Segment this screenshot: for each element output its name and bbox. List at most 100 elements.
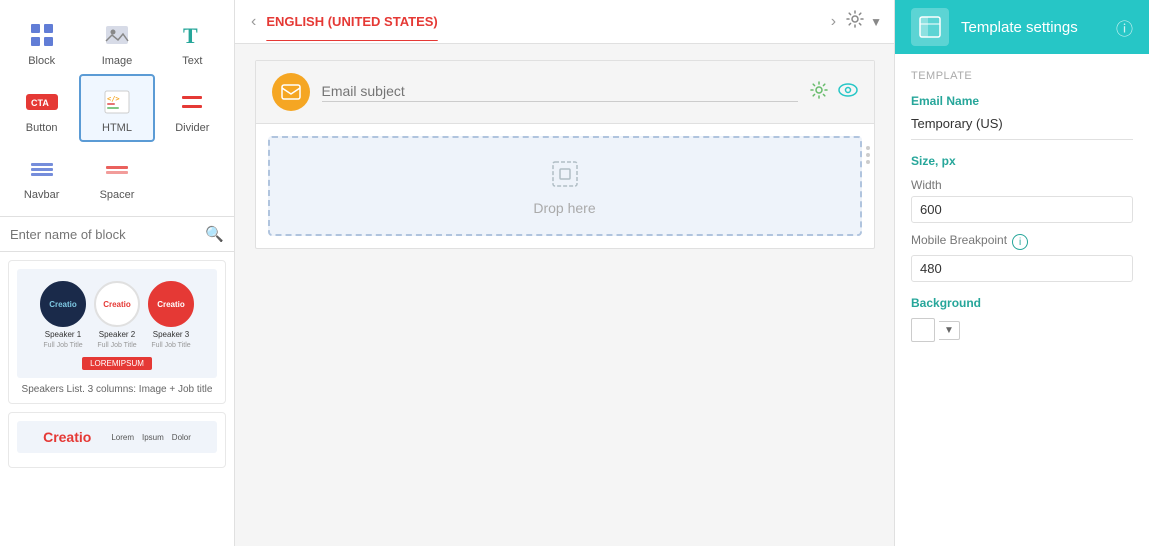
speaker-1-sub: Full Job Title: [43, 342, 82, 349]
tool-navbar-label: Navbar: [24, 189, 59, 201]
nav-link-2: Ipsum: [142, 433, 164, 442]
mobile-breakpoint-info-icon[interactable]: i: [1012, 234, 1028, 250]
tool-button[interactable]: CTA Button: [4, 74, 79, 142]
language-bar: ‹ ENGLISH (UNITED STATES) › ▼: [235, 0, 894, 44]
html-icon: </>: [101, 86, 133, 118]
search-input[interactable]: [10, 227, 205, 242]
svg-text:T: T: [183, 23, 198, 48]
width-label: Width: [911, 178, 1133, 192]
nav-link-3: Dolor: [172, 433, 191, 442]
lorem-button[interactable]: LOREMIPSUM: [82, 357, 152, 370]
speaker-3-sub: Full Job Title: [151, 342, 190, 349]
color-swatch[interactable]: [911, 318, 935, 342]
email-header: [256, 61, 874, 124]
tool-button-label: Button: [26, 122, 58, 134]
nav-links: Lorem Ipsum Dolor: [111, 433, 191, 442]
center-area: ‹ ENGLISH (UNITED STATES) › ▼: [235, 0, 894, 546]
speaker-2-sub: Full Job Title: [97, 342, 136, 349]
color-picker-row: ▼: [911, 318, 1133, 342]
drop-label: Drop here: [533, 200, 595, 216]
nav-link-1: Lorem: [111, 433, 134, 442]
color-dropdown-button[interactable]: ▼: [939, 321, 960, 340]
email-header-actions: [810, 81, 858, 104]
speaker-2: Creatio Speaker 2 Full Job Title: [94, 281, 140, 349]
settings-gear-button[interactable]: [846, 10, 864, 33]
tool-block-label: Block: [28, 55, 55, 67]
panel-info-button[interactable]: ⓘ: [1116, 15, 1133, 40]
speaker-3: Creatio Speaker 3 Full Job Title: [148, 281, 194, 349]
background-section: Background ▼: [911, 296, 1133, 342]
width-field: Width: [911, 178, 1133, 223]
speaker-3-name: Speaker 3: [153, 330, 189, 339]
canvas-area: Drop here: [235, 44, 894, 546]
image-icon: [101, 19, 133, 51]
tool-text-label: Text: [182, 55, 202, 67]
right-panel: Template settings ⓘ Template Email Name …: [894, 0, 1149, 546]
tool-text[interactable]: T Text: [155, 8, 230, 74]
mobile-breakpoint-label-row: Mobile Breakpoint i: [911, 233, 1133, 251]
tool-block[interactable]: Block: [4, 8, 79, 74]
canvas-wrapper: Drop here: [255, 60, 875, 249]
size-label: Size, px: [911, 154, 1133, 168]
block-preview-navbar[interactable]: Creatio Lorem Ipsum Dolor: [8, 412, 226, 468]
tool-divider-label: Divider: [175, 122, 209, 134]
mobile-breakpoint-field: Mobile Breakpoint i: [911, 233, 1133, 282]
tool-divider[interactable]: Divider: [155, 74, 230, 142]
tool-image[interactable]: Image: [79, 8, 154, 74]
speaker-circles: Creatio Speaker 1 Full Job Title Creatio…: [40, 281, 194, 349]
search-area: 🔍: [0, 217, 234, 252]
search-icon: 🔍: [205, 225, 224, 243]
navbar-icon: [26, 153, 58, 185]
speaker-1-name: Speaker 1: [45, 330, 81, 339]
dropdown-button[interactable]: ▼: [870, 15, 882, 29]
speaker-1: Creatio Speaker 1 Full Job Title: [40, 281, 86, 349]
background-label: Background: [911, 296, 1133, 310]
block-preview-area: Creatio Speaker 1 Full Job Title Creatio…: [0, 252, 234, 546]
spacer-icon: [101, 153, 133, 185]
tool-navbar[interactable]: Navbar: [4, 142, 79, 208]
lang-next-button[interactable]: ›: [827, 13, 840, 31]
speaker-1-circle: Creatio: [40, 281, 86, 327]
logo-text: Creatio: [43, 429, 91, 445]
email-icon: [272, 73, 310, 111]
tool-html[interactable]: </> HTML: [79, 74, 154, 142]
panel-template-icon: [919, 16, 941, 38]
preview-icon-button[interactable]: [838, 82, 858, 102]
drop-icon: [547, 156, 583, 192]
text-icon: T: [176, 19, 208, 51]
speaker-2-name: Speaker 2: [99, 330, 135, 339]
panel-icon-box: [911, 8, 949, 46]
tool-spacer-label: Spacer: [100, 189, 135, 201]
logo-row: Creatio Lorem Ipsum Dolor: [43, 429, 191, 445]
language-label: ENGLISH (UNITED STATES): [266, 14, 820, 29]
right-panel-body: Template Email Name Temporary (US) Size,…: [895, 54, 1149, 546]
width-input[interactable]: [911, 196, 1133, 223]
email-name-value: Temporary (US): [911, 116, 1133, 140]
panel-tab-template: Template: [911, 70, 1133, 82]
email-name-label: Email Name: [911, 94, 1133, 108]
email-subject-input[interactable]: [322, 83, 798, 102]
speaker-3-circle: Creatio: [148, 281, 194, 327]
speaker-2-circle: Creatio: [94, 281, 140, 327]
block-icon: [26, 19, 58, 51]
lang-prev-button[interactable]: ‹: [247, 13, 260, 31]
mobile-breakpoint-input[interactable]: [911, 255, 1133, 282]
panel-title: Template settings: [961, 19, 1104, 36]
settings-icon-button[interactable]: [810, 81, 828, 104]
tool-grid: Block Image T Text: [0, 0, 234, 217]
tool-image-label: Image: [102, 55, 133, 67]
left-sidebar: Block Image T Text: [0, 0, 235, 546]
divider-icon: [176, 86, 208, 118]
drop-zone[interactable]: Drop here: [268, 136, 862, 236]
block-speakers-label: Speakers List. 3 columns: Image + Job ti…: [17, 384, 217, 395]
preview-speakers-image: Creatio Speaker 1 Full Job Title Creatio…: [17, 269, 217, 378]
block-preview-speakers[interactable]: Creatio Speaker 1 Full Job Title Creatio…: [8, 260, 226, 404]
tool-html-label: HTML: [102, 122, 132, 134]
right-panel-header: Template settings ⓘ: [895, 0, 1149, 54]
svg-text:CTA: CTA: [31, 98, 49, 108]
tool-spacer[interactable]: Spacer: [79, 142, 154, 208]
mobile-breakpoint-label: Mobile Breakpoint: [911, 233, 1007, 247]
email-frame: Drop here: [255, 60, 875, 249]
button-icon: CTA: [26, 86, 58, 118]
svg-text:</>: </>: [107, 95, 120, 103]
